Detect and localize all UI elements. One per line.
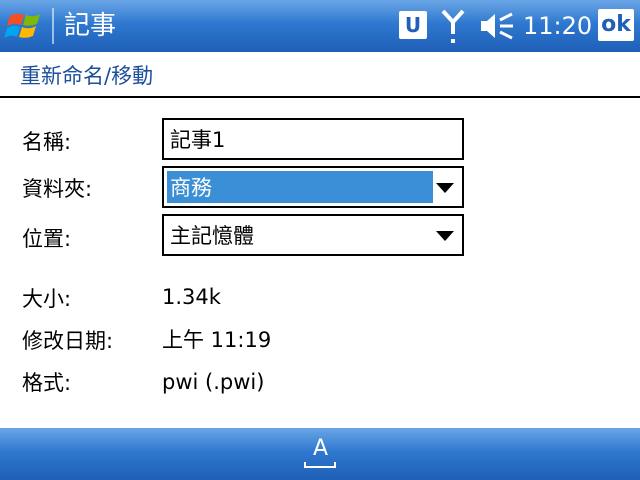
clock[interactable]: 11:20	[523, 12, 592, 40]
bottom-menu-bar: A	[0, 428, 640, 480]
modified-value: 上午 11:19	[162, 328, 272, 352]
folder-label: 資料夾:	[22, 177, 93, 201]
page-header: 重新命名/移動	[0, 52, 640, 98]
location-value: 主記憶體	[170, 224, 254, 248]
signal-icon[interactable]	[440, 8, 466, 46]
name-label: 名稱:	[22, 130, 72, 154]
sip-letter: A	[313, 436, 329, 461]
folder-selection-highlight: 商務	[167, 171, 433, 203]
title-separator	[52, 8, 54, 44]
name-input[interactable]	[162, 118, 464, 160]
ok-button[interactable]: ok	[598, 9, 634, 41]
location-label: 位置:	[22, 227, 72, 251]
format-label: 格式:	[22, 371, 72, 395]
size-label: 大小:	[22, 287, 72, 311]
app-title: 記事	[64, 11, 117, 41]
keyboard-input-icon[interactable]: A	[302, 436, 338, 472]
title-bar: 記事 U 11:20 ok	[0, 0, 640, 52]
chevron-down-icon[interactable]	[436, 231, 454, 241]
sip-base	[304, 462, 336, 468]
name-input-text[interactable]	[164, 120, 462, 158]
page-title: 重新命名/移動	[20, 64, 154, 88]
modified-label: 修改日期:	[22, 329, 114, 353]
folder-value: 商務	[170, 176, 212, 200]
windows-start-icon[interactable]	[4, 6, 48, 46]
u-badge-icon[interactable]: U	[399, 11, 427, 39]
chevron-down-icon[interactable]	[436, 183, 454, 193]
volume-icon[interactable]	[479, 12, 515, 40]
folder-dropdown[interactable]: 商務	[162, 166, 464, 208]
size-value: 1.34k	[162, 285, 221, 309]
location-dropdown[interactable]: 主記憶體	[162, 214, 464, 256]
format-value: pwi (.pwi)	[162, 370, 265, 394]
